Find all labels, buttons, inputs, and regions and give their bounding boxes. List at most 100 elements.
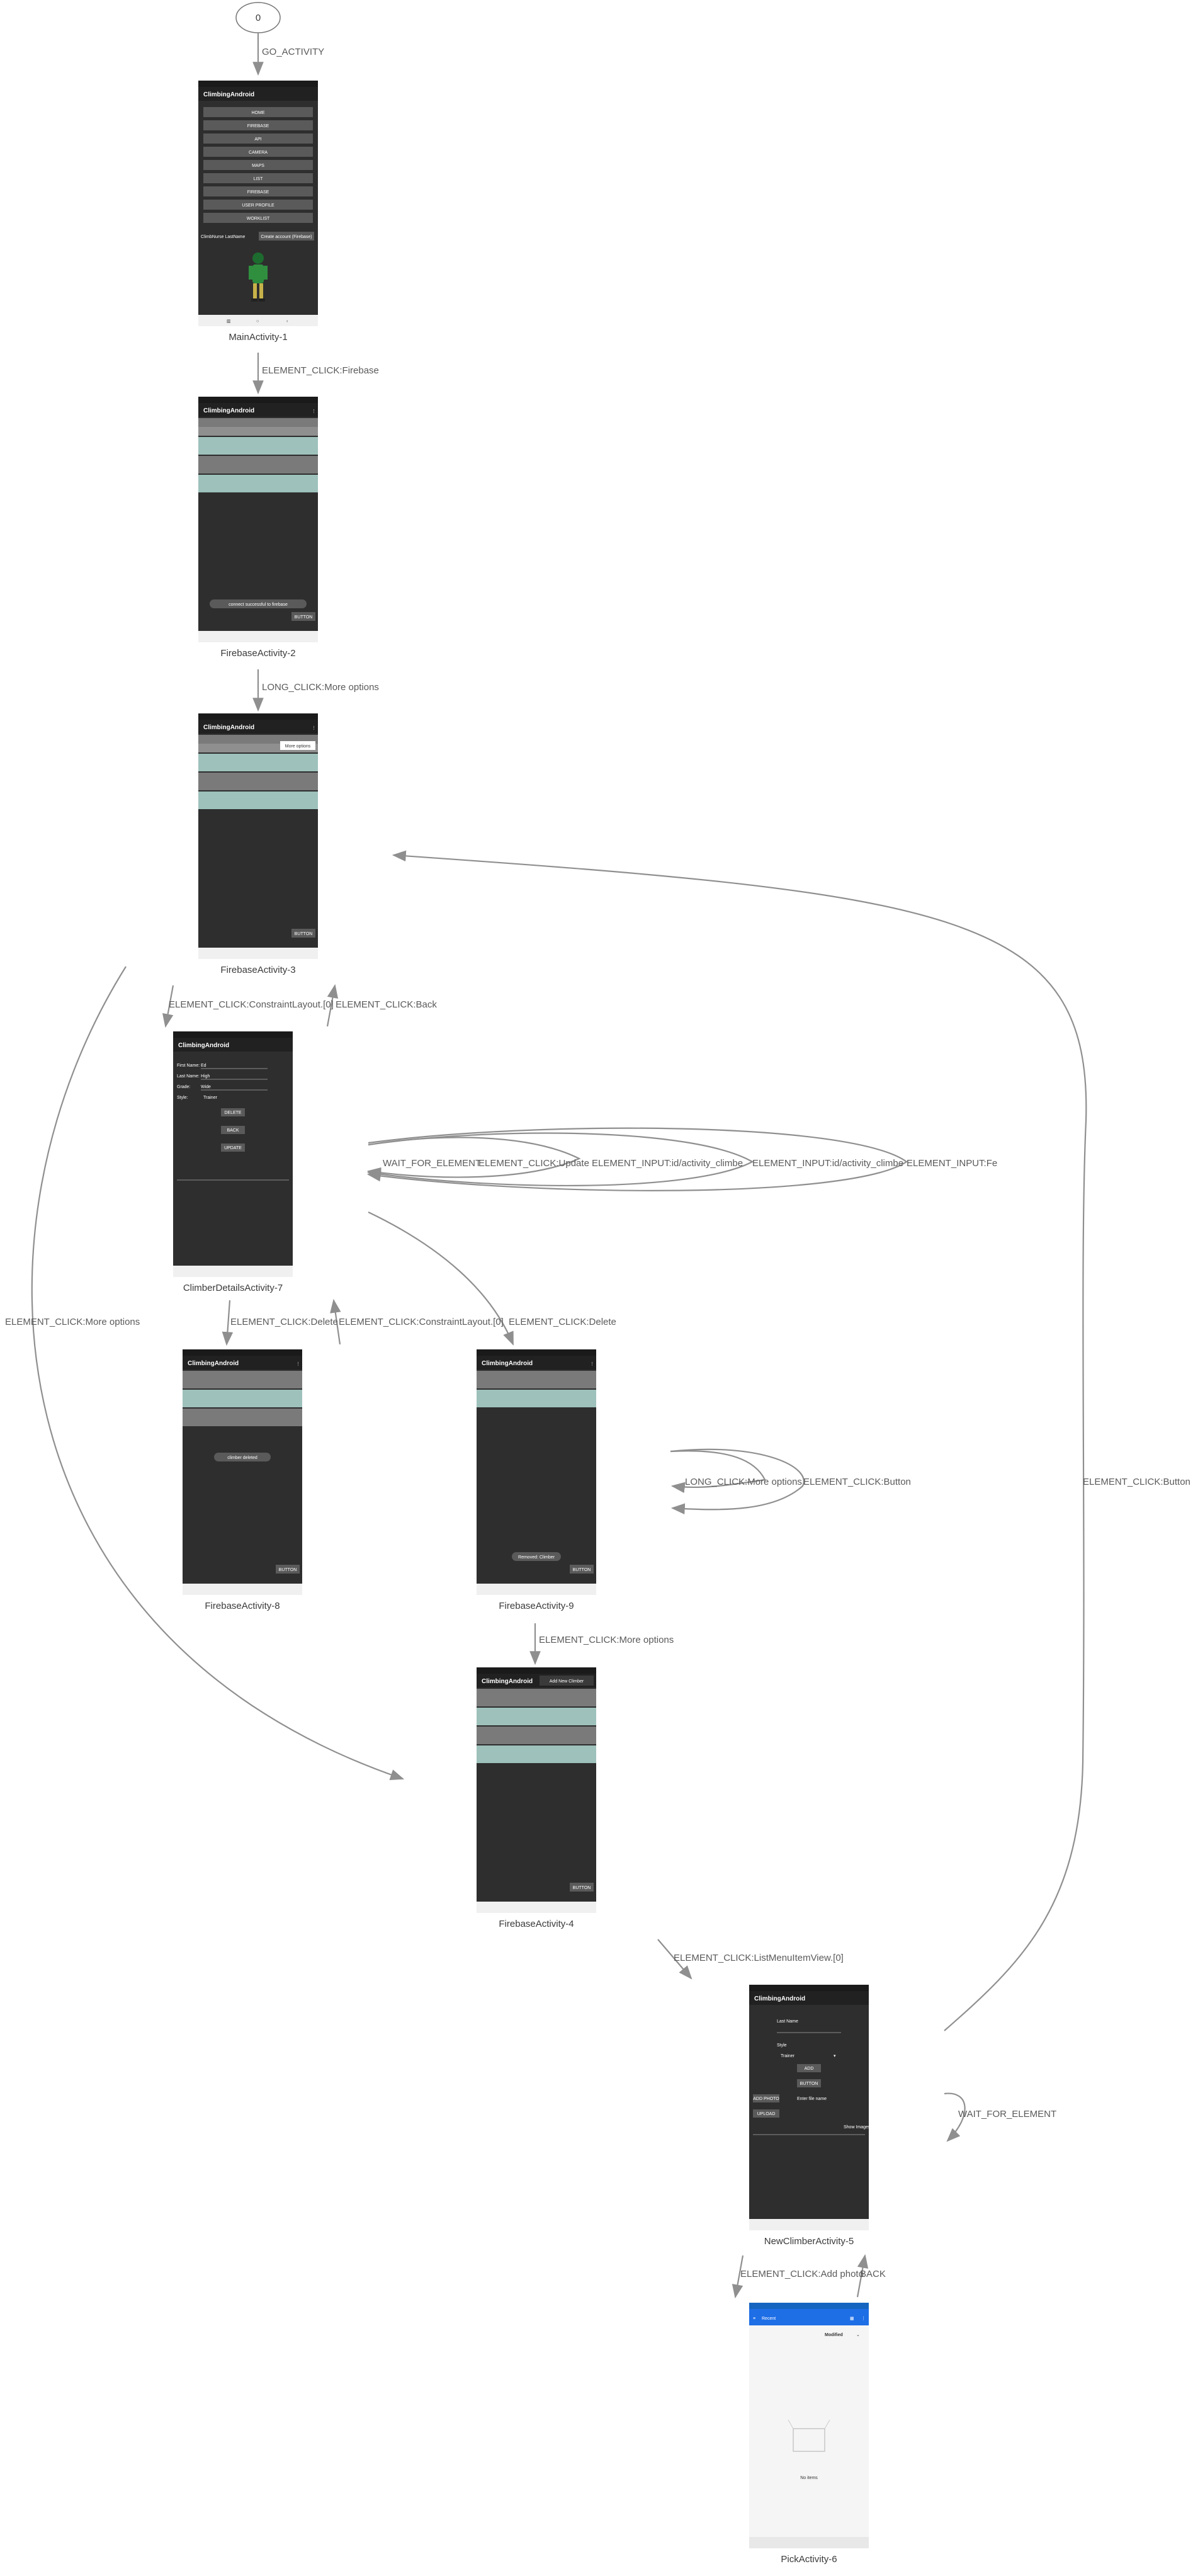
fb2-more-options-icon[interactable]: ⋮ bbox=[312, 409, 316, 414]
fb9-button[interactable]: BUTTON bbox=[573, 1568, 591, 1572]
screen-main-activity[interactable]: ClimbingAndroid HOME FIREBASE API CAMERA… bbox=[198, 81, 318, 343]
pick-grid-icon[interactable]: ▦ bbox=[850, 2317, 854, 2321]
new-style-select[interactable]: Trainer bbox=[781, 2054, 795, 2058]
details-label-style: Style: bbox=[177, 1096, 188, 1100]
screen-firebase-activity-2[interactable]: ClimbingAndroid ⋮ connect successful to … bbox=[198, 397, 318, 659]
label-wait-for-element-b: WAIT_FOR_ELEMENT bbox=[958, 2109, 1056, 2119]
fb8-button[interactable]: BUTTON bbox=[279, 1568, 297, 1572]
new-button[interactable]: BUTTON bbox=[800, 2082, 818, 2086]
fb8-more-options-icon[interactable]: ⋮ bbox=[296, 1362, 300, 1366]
start-node-label: 0 bbox=[256, 13, 261, 23]
fb9-app-title: ClimbingAndroid bbox=[482, 1360, 533, 1367]
edge-wait-for-element-a bbox=[366, 1137, 581, 1179]
main-menu-buttons: HOME FIREBASE API CAMERA MAPS LIST FIREB… bbox=[203, 107, 313, 223]
details-label-first: First Name: bbox=[177, 1064, 200, 1068]
fb2-button[interactable]: BUTTON bbox=[295, 615, 313, 620]
pick-header: Recent bbox=[762, 2317, 776, 2321]
details-value-first[interactable]: Ed bbox=[201, 1064, 206, 1068]
label-click-constraint: ELEMENT_CLICK:ConstraintLayout.[0] bbox=[169, 999, 334, 1010]
main-name-input[interactable]: ClimbNurse LastName bbox=[201, 235, 246, 239]
details-label-grade: Grade: bbox=[177, 1085, 190, 1089]
details-value-grade[interactable]: Wide bbox=[201, 1085, 211, 1089]
details-back-button[interactable]: BACK bbox=[227, 1128, 239, 1133]
main-node-label: MainActivity-1 bbox=[229, 332, 287, 343]
new-add-photo-button[interactable]: ADD PHOTO bbox=[753, 2097, 779, 2101]
label-click-back: ELEMENT_CLICK:Back bbox=[336, 999, 437, 1010]
new-app-title: ClimbingAndroid bbox=[754, 1995, 805, 2002]
main-menu-firebase[interactable]: FIREBASE bbox=[247, 124, 269, 128]
pick-empty-text: No items bbox=[800, 2476, 818, 2480]
pick-menu-icon[interactable]: ≡ bbox=[753, 2317, 755, 2321]
main-nav-home-icon: ○ bbox=[256, 319, 259, 324]
screen-pick-activity[interactable]: ≡ Recent ▦ ⋮ Modified ⌄ No items PickAct… bbox=[749, 2303, 869, 2565]
new-node-label: NewClimberActivity-5 bbox=[764, 2236, 854, 2247]
details-label-last: Last Name: bbox=[177, 1074, 200, 1079]
fb3-more-options-icon[interactable]: ⋮ bbox=[312, 726, 316, 730]
pick-node-label: PickActivity-6 bbox=[781, 2554, 837, 2565]
main-menu-firebase-2[interactable]: FIREBASE bbox=[247, 190, 269, 195]
screen-new-climber-activity[interactable]: ClimbingAndroid Last Name Style Trainer … bbox=[749, 1985, 871, 2247]
label-click-firebase: ELEMENT_CLICK:Firebase bbox=[262, 365, 379, 376]
screen-firebase-activity-9[interactable]: ClimbingAndroid ⋮ Removed: Climber BUTTO… bbox=[477, 1349, 596, 1611]
pick-sort[interactable]: Modified bbox=[825, 2333, 843, 2337]
fb9-node-label: FirebaseActivity-9 bbox=[499, 1601, 574, 1611]
pick-sort-chevron-icon[interactable]: ⌄ bbox=[856, 2333, 860, 2337]
label-long-click-more: LONG_CLICK:More options bbox=[262, 682, 379, 693]
details-node-label: ClimberDetailsActivity-7 bbox=[183, 1283, 283, 1293]
details-update-button[interactable]: UPDATE bbox=[224, 1146, 242, 1150]
screen-firebase-activity-3[interactable]: ClimbingAndroid ⋮ More options BUTTON Fi… bbox=[198, 713, 318, 975]
new-show-images[interactable]: Show Images bbox=[844, 2125, 871, 2130]
details-value-style[interactable]: Trainer bbox=[203, 1096, 218, 1100]
screen-climber-details-activity[interactable]: ClimbingAndroid First Name: Ed Last Name… bbox=[173, 1031, 293, 1293]
fb8-app-title: ClimbingAndroid bbox=[188, 1360, 239, 1367]
screen-firebase-activity-4[interactable]: ClimbingAndroid Add New Climber BUTTON F… bbox=[477, 1667, 596, 1929]
main-menu-list[interactable]: LIST bbox=[254, 177, 264, 181]
new-style-dropdown-icon[interactable]: ▾ bbox=[834, 2054, 836, 2058]
label-input-fe: ELEMENT_INPUT:Fe bbox=[907, 1158, 997, 1169]
fb3-node-label: FirebaseActivity-3 bbox=[220, 965, 295, 975]
fb3-button[interactable]: BUTTON bbox=[295, 932, 313, 936]
label-input-climber-b: ELEMENT_INPUT:id/activity_climbe bbox=[752, 1158, 903, 1169]
main-nav-recent-icon: ▥ bbox=[227, 319, 231, 324]
main-menu-camera[interactable]: CAMERA bbox=[249, 150, 268, 155]
fb8-node-label: FirebaseActivity-8 bbox=[205, 1601, 280, 1611]
details-app-title: ClimbingAndroid bbox=[178, 1042, 229, 1049]
main-menu-api[interactable]: API bbox=[254, 137, 261, 142]
details-value-last[interactable]: High bbox=[201, 1074, 210, 1079]
main-menu-worklist[interactable]: WORKLIST bbox=[247, 217, 270, 221]
label-click-constraint-b: ELEMENT_CLICK:ConstraintLayout.[0] bbox=[339, 1317, 504, 1327]
start-node: 0 bbox=[235, 2, 281, 33]
label-long-click-more-b: LONG_CLICK:More options bbox=[685, 1477, 802, 1487]
screen-firebase-activity-8[interactable]: ClimbingAndroid ⋮ climber deleted BUTTON… bbox=[183, 1349, 302, 1611]
fb8-toast: climber deleted bbox=[227, 1456, 257, 1460]
fb4-button[interactable]: BUTTON bbox=[573, 1886, 591, 1890]
fb3-more-options-popup[interactable]: More options bbox=[285, 744, 311, 749]
main-create-account-button[interactable]: Create account (Firebase) bbox=[261, 235, 312, 239]
new-add-button[interactable]: ADD bbox=[805, 2067, 814, 2071]
fb4-node-label: FirebaseActivity-4 bbox=[499, 1919, 574, 1929]
new-label-style: Style bbox=[777, 2043, 787, 2048]
fb9-toast: Removed: Climber bbox=[518, 1555, 555, 1560]
main-menu-home[interactable]: HOME bbox=[252, 111, 265, 115]
label-click-listmenu: ELEMENT_CLICK:ListMenuItemView.[0] bbox=[674, 1953, 844, 1963]
label-click-delete-b: ELEMENT_CLICK:Delete bbox=[509, 1317, 616, 1327]
state-diagram: 0 GO_ACTIVITY ELEMENT_CLICK:Firebase LON… bbox=[5, 2, 1190, 2565]
pick-more-icon[interactable]: ⋮ bbox=[861, 2317, 866, 2321]
new-file-name-input[interactable]: Enter file name bbox=[797, 2097, 827, 2101]
main-menu-maps[interactable]: MAPS bbox=[252, 164, 264, 168]
label-back: BACK bbox=[860, 2269, 886, 2279]
label-click-more-fb9: ELEMENT_CLICK:More options bbox=[539, 1635, 674, 1645]
fb2-node-label: FirebaseActivity-2 bbox=[220, 648, 295, 659]
edge-click-delete-a bbox=[222, 1300, 234, 1346]
new-upload-button[interactable]: UPLOAD bbox=[757, 2112, 776, 2116]
label-click-update: ELEMENT_CLICK:Update bbox=[478, 1158, 589, 1169]
label-click-delete-a: ELEMENT_CLICK:Delete bbox=[230, 1317, 338, 1327]
label-click-more-left: ELEMENT_CLICK:More options bbox=[5, 1317, 140, 1327]
label-click-button-a: ELEMENT_CLICK:Button bbox=[803, 1477, 911, 1487]
fb2-toast: connect successful to firebase bbox=[229, 603, 288, 607]
fb4-add-new-climber-item[interactable]: Add New Climber bbox=[550, 1679, 584, 1684]
fb9-more-options-icon[interactable]: ⋮ bbox=[590, 1362, 594, 1366]
label-input-climber-a: ELEMENT_INPUT:id/activity_climbe bbox=[592, 1158, 743, 1169]
details-delete-button[interactable]: DELETE bbox=[224, 1111, 242, 1115]
main-menu-user-profile[interactable]: USER PROFILE bbox=[242, 203, 274, 208]
